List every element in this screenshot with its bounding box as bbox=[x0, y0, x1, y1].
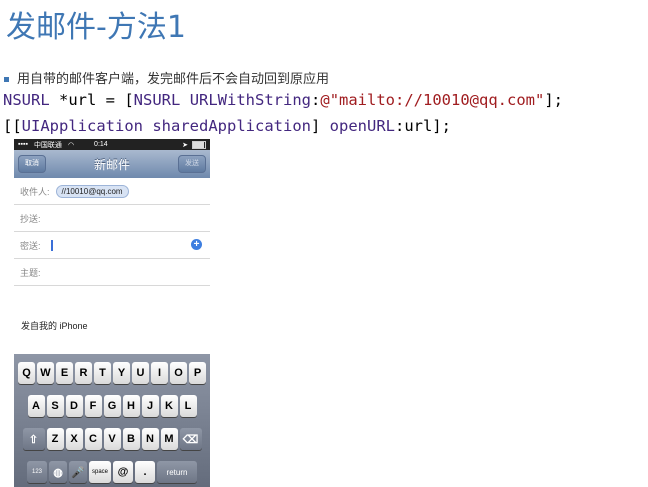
key-c[interactable]: C bbox=[84, 428, 102, 450]
key-row-1: QWERTYUIOP bbox=[14, 362, 210, 384]
keyboard: QWERTYUIOP ASDFGHJKL ⇧ ZXCVBNM ⌫ 123 ◍ 🎤… bbox=[14, 354, 210, 487]
code-token: : bbox=[311, 91, 321, 109]
microphone-icon[interactable]: 🎤 bbox=[69, 461, 87, 483]
key-g[interactable]: G bbox=[103, 395, 121, 417]
cc-field[interactable]: 抄送: bbox=[14, 205, 210, 232]
key-z[interactable]: Z bbox=[46, 428, 64, 450]
key-q[interactable]: Q bbox=[18, 362, 35, 384]
key-i[interactable]: I bbox=[151, 362, 168, 384]
key-w[interactable]: W bbox=[37, 362, 54, 384]
key-p[interactable]: P bbox=[189, 362, 206, 384]
code-token: @"mailto://10010@qq.com" bbox=[320, 91, 545, 109]
bullet-text: 用自带的邮件客户端，发完邮件后不会自动回到原应用 bbox=[17, 72, 330, 87]
code-line-1: NSURL *url = [NSURL URLWithString:@"mail… bbox=[3, 91, 563, 109]
code-token: *url = [ bbox=[49, 91, 134, 109]
bullet-line: 用自带的邮件客户端，发完邮件后不会自动回到原应用 bbox=[4, 68, 329, 87]
nav-bar: 取消 新邮件 发送 bbox=[14, 150, 210, 178]
code-token: NSURL bbox=[3, 91, 50, 109]
cc-label: 抄送: bbox=[20, 213, 41, 224]
subject-field[interactable]: 主题: bbox=[14, 259, 210, 286]
code-token: NSURL bbox=[133, 91, 181, 109]
code-token: sharedApplication bbox=[152, 117, 311, 135]
to-field[interactable]: 收件人: //10010@qq.com bbox=[14, 178, 210, 205]
recipient-chip[interactable]: //10010@qq.com bbox=[55, 184, 129, 198]
code-token: [[ bbox=[3, 117, 22, 135]
at-key[interactable]: @ bbox=[113, 461, 133, 483]
wifi-icon: ◠ bbox=[67, 141, 75, 149]
key-a[interactable]: A bbox=[27, 395, 45, 417]
location-icon: ➤ bbox=[182, 141, 188, 149]
key-d[interactable]: D bbox=[65, 395, 83, 417]
bcc-label: 密送: bbox=[20, 240, 41, 251]
shift-key[interactable]: ⇧ bbox=[22, 428, 45, 450]
return-key[interactable]: return bbox=[157, 461, 197, 483]
battery-icon bbox=[192, 140, 206, 149]
code-token: openURL bbox=[329, 117, 395, 135]
key-o[interactable]: O bbox=[170, 362, 187, 384]
key-k[interactable]: K bbox=[160, 395, 178, 417]
code-token: URLWithString bbox=[189, 91, 312, 109]
key-v[interactable]: V bbox=[103, 428, 121, 450]
add-contact-icon[interactable]: + bbox=[191, 239, 202, 250]
key-h[interactable]: H bbox=[122, 395, 140, 417]
dot-key[interactable]: . bbox=[135, 461, 155, 483]
code-token: :url]; bbox=[394, 117, 451, 135]
code-token: ]; bbox=[544, 91, 563, 109]
text-cursor bbox=[50, 239, 53, 251]
key-row-4: 123 ◍ 🎤 space @ . return bbox=[14, 461, 210, 483]
globe-icon[interactable]: ◍ bbox=[49, 461, 67, 483]
subject-label: 主题: bbox=[20, 267, 41, 278]
clock: 0:14 bbox=[94, 141, 108, 148]
nav-title: 新邮件 bbox=[93, 157, 130, 172]
key-row-3: ⇧ ZXCVBNM ⌫ bbox=[14, 428, 210, 450]
send-button[interactable]: 发送 bbox=[178, 155, 206, 173]
backspace-key[interactable]: ⌫ bbox=[179, 428, 202, 450]
key-t[interactable]: T bbox=[94, 362, 111, 384]
key-x[interactable]: X bbox=[65, 428, 83, 450]
bullet-dot-icon bbox=[4, 77, 9, 82]
key-n[interactable]: N bbox=[141, 428, 159, 450]
page-title: 发邮件-方法1 bbox=[6, 10, 186, 45]
key-m[interactable]: M bbox=[160, 428, 178, 450]
cancel-button[interactable]: 取消 bbox=[18, 155, 46, 173]
key-y[interactable]: Y bbox=[113, 362, 130, 384]
code-token: ] bbox=[310, 117, 330, 135]
signature: 发自我的 iPhone bbox=[21, 321, 88, 331]
phone-screenshot: ▪▪▪▪ 中国联通 ◠ 0:14 ➤ 取消 新邮件 发送 收件人: //1001… bbox=[14, 139, 210, 487]
key-f[interactable]: F bbox=[84, 395, 102, 417]
status-bar: ▪▪▪▪ 中国联通 ◠ 0:14 ➤ bbox=[14, 139, 210, 150]
key-s[interactable]: S bbox=[46, 395, 64, 417]
key-l[interactable]: L bbox=[179, 395, 197, 417]
to-label: 收件人: bbox=[20, 186, 50, 197]
code-line-2: [[UIApplication sharedApplication] openU… bbox=[3, 117, 451, 135]
bcc-field[interactable]: 密送: + bbox=[14, 232, 210, 259]
key-j[interactable]: J bbox=[141, 395, 159, 417]
key-b[interactable]: B bbox=[122, 428, 140, 450]
key-row-2: ASDFGHJKL bbox=[14, 395, 210, 417]
signal-icon: ▪▪▪▪ bbox=[18, 141, 28, 148]
space-key[interactable]: space bbox=[89, 461, 111, 483]
key-r[interactable]: R bbox=[75, 362, 92, 384]
carrier-label: 中国联通 bbox=[33, 141, 62, 149]
key-u[interactable]: U bbox=[132, 362, 149, 384]
code-token: UIApplication bbox=[21, 117, 143, 135]
numbers-key[interactable]: 123 bbox=[27, 461, 47, 483]
key-e[interactable]: E bbox=[56, 362, 73, 384]
